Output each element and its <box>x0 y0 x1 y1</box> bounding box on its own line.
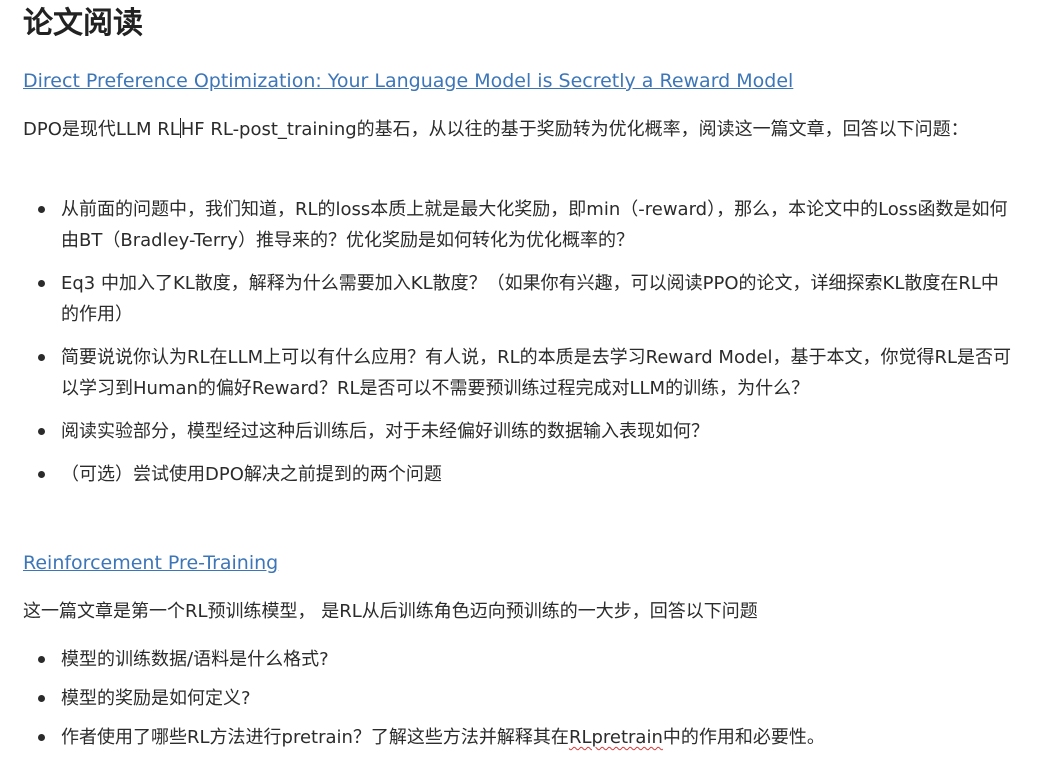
question-text: 简要说说你认为RL在LLM上可以有什么应用？有人说，RL的本质是去学习Rewar… <box>61 347 1011 399</box>
dpo-intro-text-part2: HF RL-post_training的基石，从以往的基于奖励转为优化概率，阅读… <box>180 119 969 140</box>
question-text: （可选）尝试使用DPO解决之前提到的两个问题 <box>61 464 442 485</box>
dpo-intro-paragraph: DPO是现代LLM RLHF RL-post_training的基石，从以往的基… <box>23 114 1018 145</box>
bullet-icon <box>38 471 45 478</box>
question-text: 阅读实验部分，模型经过这种后训练后，对于未经偏好训练的数据输入表现如何？ <box>61 421 709 442</box>
list-item: 简要说说你认为RL在LLM上可以有什么应用？有人说，RL的本质是去学习Rewar… <box>36 342 1016 404</box>
dpo-question-list: 从前面的问题中，我们知道，RL的loss本质上就是最大化奖励，即min（-rew… <box>36 194 1016 502</box>
bullet-icon <box>38 280 45 287</box>
question-text: 模型的奖励是如何定义? <box>61 688 251 709</box>
rpt-paper-link[interactable]: Reinforcement Pre-Training <box>23 550 278 576</box>
list-item: 阅读实验部分，模型经过这种后训练后，对于未经偏好训练的数据输入表现如何？ <box>36 416 1016 447</box>
dpo-intro-text-part1: DPO是现代LLM RL <box>23 119 180 140</box>
question-text: 模型的训练数据/语料是什么格式? <box>61 649 329 670</box>
list-item: （可选）尝试使用DPO解决之前提到的两个问题 <box>36 459 1016 490</box>
bullet-icon <box>38 695 45 702</box>
list-item: Eq3 中加入了KL散度，解释为什么需要加入KL散度？（如果你有兴趣，可以阅读P… <box>36 268 1016 330</box>
question-text: 从前面的问题中，我们知道，RL的loss本质上就是最大化奖励，即min（-rew… <box>61 199 1008 251</box>
bullet-icon <box>38 428 45 435</box>
document-page: 论文阅读 Direct Preference Optimization: You… <box>0 0 1041 762</box>
question-text: Eq3 中加入了KL散度，解释为什么需要加入KL散度？（如果你有兴趣，可以阅读P… <box>61 273 999 325</box>
rpt-intro-paragraph: 这一篇文章是第一个RL预训练模型， 是RL从后训练角色迈向预训练的一大步，回答以… <box>23 601 758 622</box>
page-title: 论文阅读 <box>23 6 143 41</box>
dpo-paper-link[interactable]: Direct Preference Optimization: Your Lan… <box>23 68 793 94</box>
list-item: 作者使用了哪些RL方法进行pretrain？了解这些方法并解释其在RLpretr… <box>36 722 1016 753</box>
question-text-pre: 作者使用了哪些RL方法进行pretrain？了解这些方法并解释其在 <box>61 727 569 748</box>
question-text-post: 中的作用和必要性。 <box>662 727 825 748</box>
bullet-icon <box>38 354 45 361</box>
bullet-icon <box>38 734 45 741</box>
list-item: 从前面的问题中，我们知道，RL的loss本质上就是最大化奖励，即min（-rew… <box>36 194 1016 256</box>
rpt-question-list: 模型的训练数据/语料是什么格式? 模型的奖励是如何定义? 作者使用了哪些RL方法… <box>36 644 1016 761</box>
list-item: 模型的训练数据/语料是什么格式? <box>36 644 1016 675</box>
bullet-icon <box>38 656 45 663</box>
list-item: 模型的奖励是如何定义? <box>36 683 1016 714</box>
bullet-icon <box>38 206 45 213</box>
spellcheck-flagged-word[interactable]: RLpretrain <box>569 727 663 748</box>
